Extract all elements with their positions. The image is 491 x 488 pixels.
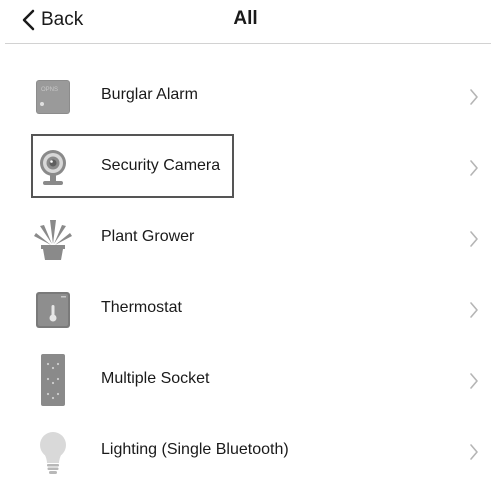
plant-grower-icon xyxy=(30,216,76,262)
list-item-burglar-alarm[interactable]: OPNS Burglar Alarm xyxy=(0,62,491,133)
burglar-alarm-icon: OPNS xyxy=(30,74,76,120)
chevron-right-icon xyxy=(469,301,479,319)
lighting-bulb-icon xyxy=(30,429,76,475)
page-title: All xyxy=(233,8,258,29)
list-item-label: Thermostat xyxy=(101,299,182,316)
chevron-right-icon xyxy=(469,443,479,461)
device-list: OPNS Burglar Alarm Security Camera Plant… xyxy=(0,62,491,488)
chevron-right-icon xyxy=(469,88,479,106)
list-item-label: Security Camera xyxy=(101,157,221,174)
list-item-label: Lighting (Single Bluetooth) xyxy=(101,441,289,458)
nav-header: Back All xyxy=(0,0,491,44)
list-item-lighting-single-bluetooth[interactable]: Lighting (Single Bluetooth) xyxy=(0,417,491,488)
list-item-label: Burglar Alarm xyxy=(101,86,198,103)
thermostat-icon xyxy=(30,287,76,333)
header-divider xyxy=(5,43,491,44)
chevron-right-icon xyxy=(469,230,479,248)
list-item-plant-grower[interactable]: Plant Grower xyxy=(0,204,491,275)
multiple-socket-icon xyxy=(30,354,76,406)
list-item-label: Plant Grower xyxy=(101,228,195,245)
chevron-right-icon xyxy=(469,159,479,177)
security-camera-icon xyxy=(30,145,76,191)
list-item-multiple-socket[interactable]: Multiple Socket xyxy=(0,346,491,417)
list-item-security-camera[interactable]: Security Camera xyxy=(0,133,491,204)
burglar-alarm-icon-text: OPNS xyxy=(41,87,58,93)
chevron-right-icon xyxy=(469,372,479,390)
list-item-label: Multiple Socket xyxy=(101,370,210,387)
list-item-thermostat[interactable]: Thermostat xyxy=(0,275,491,346)
